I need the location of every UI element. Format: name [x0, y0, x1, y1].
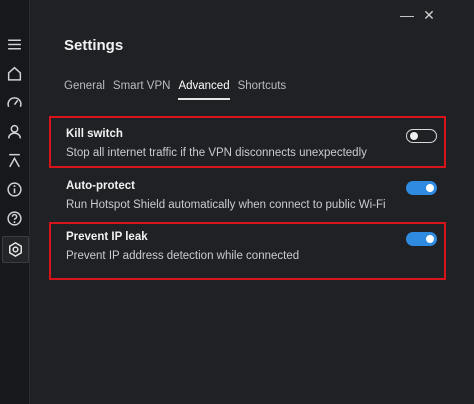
- speed-icon[interactable]: [4, 92, 25, 113]
- auto-protect-toggle[interactable]: [406, 181, 437, 195]
- menu-icon[interactable]: [4, 34, 25, 55]
- settings-tabs: General Smart VPN Advanced Shortcuts: [64, 80, 294, 100]
- setting-title: Auto-protect: [66, 180, 135, 192]
- tab-general[interactable]: General: [64, 80, 105, 100]
- close-button[interactable]: ✕: [420, 6, 438, 24]
- minimize-button[interactable]: —: [398, 6, 416, 24]
- upgrade-icon[interactable]: [4, 150, 25, 171]
- highlight-box-prevent-ip-leak: [49, 222, 446, 280]
- highlight-box-kill-switch: [49, 116, 446, 168]
- account-icon[interactable]: [4, 121, 25, 142]
- app-window: — ✕ Settings General Smart VPN Advanced …: [0, 0, 474, 404]
- tab-advanced[interactable]: Advanced: [178, 80, 230, 100]
- help-icon[interactable]: [4, 208, 25, 229]
- title-bar: — ✕: [30, 0, 474, 30]
- settings-icon[interactable]: [2, 236, 29, 263]
- setting-description: Run Hotspot Shield automatically when co…: [66, 199, 386, 211]
- toggle-knob: [426, 184, 434, 192]
- home-icon[interactable]: [4, 63, 25, 84]
- page-title: Settings: [64, 37, 124, 54]
- info-icon[interactable]: [4, 179, 25, 200]
- tab-smart-vpn[interactable]: Smart VPN: [113, 80, 171, 100]
- tab-shortcuts[interactable]: Shortcuts: [238, 80, 287, 100]
- sidebar: [0, 0, 30, 404]
